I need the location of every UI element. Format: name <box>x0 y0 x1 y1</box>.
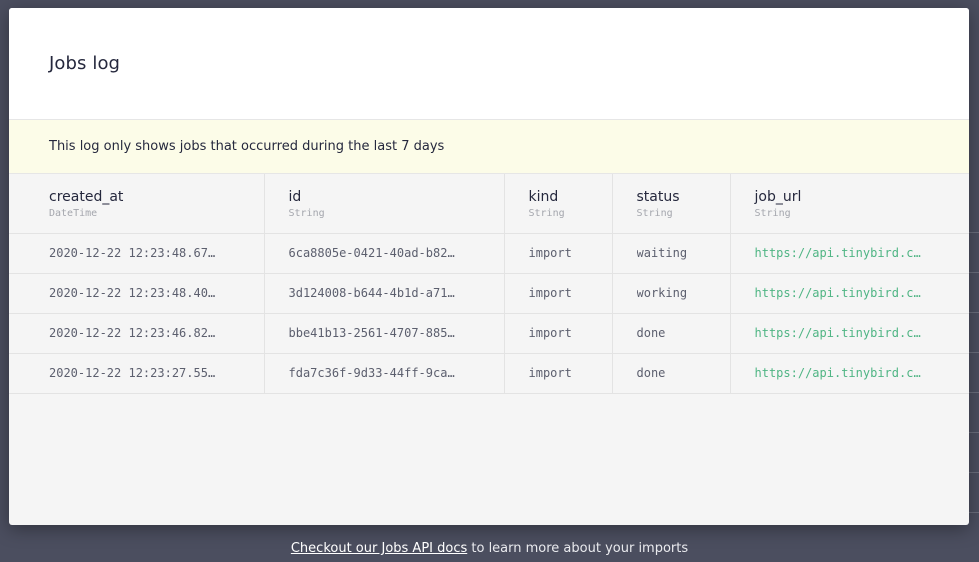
cell-status: done <box>612 353 731 394</box>
cell-kind: import <box>504 273 613 314</box>
column-name: status <box>636 189 680 205</box>
table-header-row: created_at DateTime id String kind Strin… <box>9 174 969 234</box>
jobs-api-docs-link[interactable]: Checkout our Jobs API docs <box>291 541 467 556</box>
cell-kind: import <box>504 233 613 274</box>
column-header-created-at[interactable]: created_at DateTime <box>9 174 265 234</box>
cell-status: waiting <box>612 233 731 274</box>
cell-status: done <box>612 313 731 354</box>
column-name: created_at <box>49 189 124 205</box>
column-name: id <box>288 189 302 205</box>
footer-note: Checkout our Jobs API docs to learn more… <box>0 541 979 556</box>
cell-id: 3d124008-b644-4b1d-a71… <box>264 273 505 314</box>
jobs-log-modal: Jobs log This log only shows jobs that o… <box>9 8 969 525</box>
table-row: 2020-12-22 12:23:48.40… 3d124008-b644-4b… <box>9 273 969 314</box>
column-header-status[interactable]: status String <box>612 174 731 234</box>
cell-id: bbe41b13-2561-4707-885… <box>264 313 505 354</box>
cell-job-url-link[interactable]: https://api.tinybird.c… <box>730 273 969 314</box>
cell-created-at: 2020-12-22 12:23:27.55… <box>9 353 265 394</box>
cell-created-at: 2020-12-22 12:23:48.67… <box>9 233 265 274</box>
table-row: 2020-12-22 12:23:46.82… bbe41b13-2561-47… <box>9 313 969 354</box>
cell-kind: import <box>504 313 613 354</box>
column-type: String <box>528 208 565 219</box>
column-type: String <box>754 208 791 219</box>
notice-text: This log only shows jobs that occurred d… <box>49 139 445 154</box>
cell-created-at: 2020-12-22 12:23:46.82… <box>9 313 265 354</box>
column-type: String <box>288 208 325 219</box>
cell-job-url-link[interactable]: https://api.tinybird.c… <box>730 233 969 274</box>
table-row: 2020-12-22 12:23:27.55… fda7c36f-9d33-44… <box>9 353 969 394</box>
cell-job-url-link[interactable]: https://api.tinybird.c… <box>730 353 969 394</box>
cell-status: working <box>612 273 731 314</box>
column-header-id[interactable]: id String <box>264 174 505 234</box>
jobs-table: created_at DateTime id String kind Strin… <box>9 174 969 394</box>
cell-id: fda7c36f-9d33-44ff-9ca… <box>264 353 505 394</box>
column-name: job_url <box>754 189 802 205</box>
footer-text: to learn more about your imports <box>467 541 689 556</box>
cell-created-at: 2020-12-22 12:23:48.40… <box>9 273 265 314</box>
retention-notice: This log only shows jobs that occurred d… <box>9 120 969 174</box>
modal-title: Jobs log <box>49 53 121 74</box>
column-header-kind[interactable]: kind String <box>504 174 613 234</box>
cell-job-url-link[interactable]: https://api.tinybird.c… <box>730 313 969 354</box>
table-row: 2020-12-22 12:23:48.67… 6ca8805e-0421-40… <box>9 233 969 274</box>
modal-header: Jobs log <box>9 8 969 120</box>
column-type: String <box>636 208 673 219</box>
cell-id: 6ca8805e-0421-40ad-b82… <box>264 233 505 274</box>
column-name: kind <box>528 189 559 205</box>
column-header-job-url[interactable]: job_url String <box>730 174 969 234</box>
cell-kind: import <box>504 353 613 394</box>
column-type: DateTime <box>49 208 98 219</box>
